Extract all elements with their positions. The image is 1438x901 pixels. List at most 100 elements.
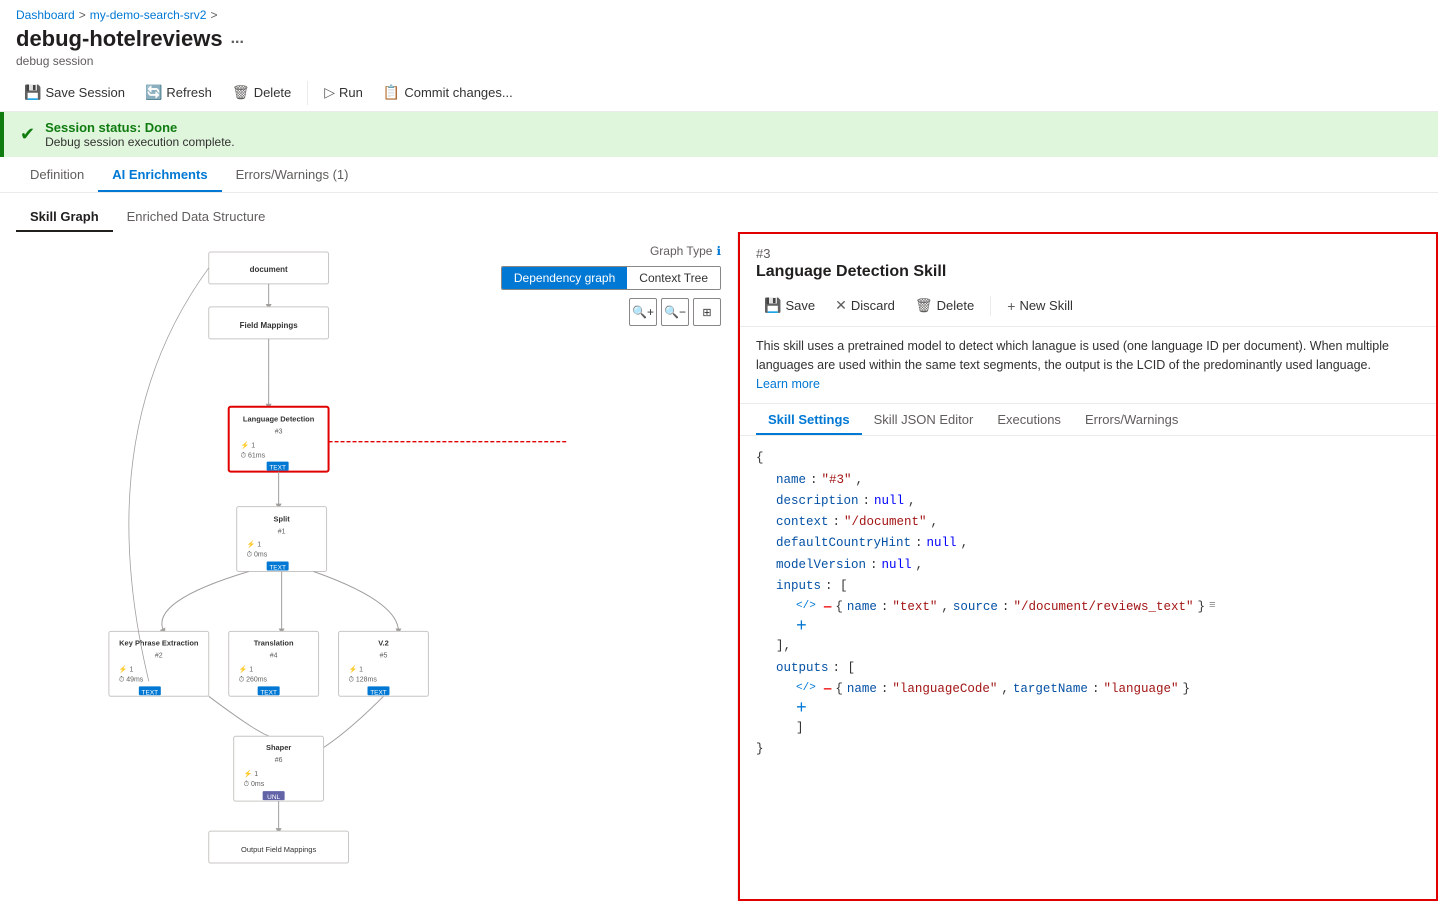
svg-text:⚡ 1: ⚡ 1 — [247, 540, 262, 549]
detail-toolbar: 💾 Save ✕ Discard 🗑 Delete + New Skill — [740, 293, 1436, 327]
detail-title: Language Detection Skill — [756, 263, 1420, 281]
svg-text:⏱ 0ms: ⏱ 0ms — [244, 780, 265, 788]
svg-text:⏱ 49ms: ⏱ 49ms — [119, 675, 144, 683]
learn-more-link[interactable]: Learn more — [756, 377, 820, 391]
svg-text:Output Field Mappings: Output Field Mappings — [241, 845, 316, 854]
dependency-graph-button[interactable]: Dependency graph — [502, 267, 627, 289]
svg-text:⏱ 0ms: ⏱ 0ms — [247, 551, 268, 559]
tab-definition[interactable]: Definition — [16, 157, 98, 192]
svg-text:⚡ 1: ⚡ 1 — [241, 441, 256, 450]
svg-text:TEXT: TEXT — [370, 689, 387, 696]
toolbar: 💾 Save Session 🔄 Refresh 🗑 Delete ▷ Run … — [0, 74, 1438, 112]
graph-type-label: Graph Type ℹ — [650, 244, 721, 258]
run-button[interactable]: ▷ Run — [316, 80, 371, 105]
tab-ai-enrichments[interactable]: AI Enrichments — [98, 157, 221, 192]
svg-text:TEXT: TEXT — [269, 564, 286, 571]
breadcrumb-sep1: > — [79, 8, 86, 22]
svg-text:Key Phrase Extraction: Key Phrase Extraction — [119, 638, 199, 647]
svg-text:document: document — [250, 265, 288, 274]
detail-description: This skill uses a pretrained model to de… — [740, 327, 1436, 404]
svg-text:UNL: UNL — [267, 794, 280, 801]
svg-text:TEXT: TEXT — [260, 689, 277, 696]
detail-tab-skill-settings[interactable]: Skill Settings — [756, 404, 862, 435]
svg-text:⏱ 128ms: ⏱ 128ms — [349, 675, 378, 683]
tab-skill-graph[interactable]: Skill Graph — [16, 201, 113, 232]
tab-enriched-data[interactable]: Enriched Data Structure — [113, 201, 280, 232]
svg-text:⏱ 61ms: ⏱ 61ms — [241, 452, 266, 460]
svg-text:#5: #5 — [380, 652, 388, 659]
add-output-button[interactable]: + — [796, 700, 807, 718]
svg-text:TEXT: TEXT — [269, 465, 286, 472]
graph-area: Graph Type ℹ Dependency graph Context Tr… — [0, 232, 738, 901]
toolbar-divider — [307, 81, 308, 105]
detail-tabs: Skill Settings Skill JSON Editor Executi… — [740, 404, 1436, 436]
svg-text:⏱ 260ms: ⏱ 260ms — [239, 675, 268, 683]
save-icon: 💾 — [24, 84, 41, 101]
svg-text:⚡ 1: ⚡ 1 — [119, 664, 134, 673]
svg-text:Language Detection: Language Detection — [243, 415, 315, 424]
graph-controls: Graph Type ℹ Dependency graph Context Tr… — [501, 244, 721, 326]
context-tree-button[interactable]: Context Tree — [627, 267, 720, 289]
svg-text:#4: #4 — [270, 652, 278, 659]
graph-zoom-buttons: 🔍+ 🔍− ⊞ — [629, 298, 721, 326]
svg-text:TEXT: TEXT — [142, 689, 159, 696]
detail-number: #3 — [756, 246, 1420, 261]
graph-svg: document Field Mappings Language Detecti… — [0, 232, 737, 901]
check-icon: ✔ — [20, 124, 35, 145]
tab-errors-warnings[interactable]: Errors/Warnings (1) — [222, 157, 363, 192]
breadcrumb-dashboard[interactable]: Dashboard — [16, 8, 75, 22]
collapse-outputs-icon[interactable]: </> — [796, 679, 816, 698]
page-title: debug-hotelreviews — [16, 26, 223, 52]
primary-tabs: Definition AI Enrichments Errors/Warning… — [0, 157, 1438, 193]
refresh-button[interactable]: 🔄 Refresh — [137, 80, 220, 105]
graph-type-buttons: Dependency graph Context Tree — [501, 266, 721, 290]
session-subtitle: Debug session execution complete. — [45, 135, 234, 149]
json-editor: { name : "#3" , description : null , con… — [740, 436, 1436, 772]
detail-panel: #3 Language Detection Skill 💾 Save ✕ Dis… — [738, 232, 1438, 901]
detail-tab-executions[interactable]: Executions — [985, 404, 1073, 435]
svg-text:Split: Split — [274, 515, 291, 524]
svg-text:V.2: V.2 — [378, 638, 389, 647]
session-status: Session status: Done — [45, 120, 234, 135]
remove-output-icon[interactable]: — — [824, 679, 832, 700]
commit-button[interactable]: 📋 Commit changes... — [375, 80, 521, 105]
detail-discard-icon: ✕ — [835, 297, 847, 314]
remove-input-icon[interactable]: — — [824, 597, 832, 618]
list-icon[interactable]: ≡ — [1209, 597, 1216, 616]
detail-tab-json-editor[interactable]: Skill JSON Editor — [862, 404, 986, 435]
svg-text:#3: #3 — [275, 429, 283, 436]
delete-button[interactable]: 🗑 Delete — [224, 80, 299, 105]
detail-tab-errors-warnings[interactable]: Errors/Warnings — [1073, 404, 1190, 435]
secondary-tabs: Skill Graph Enriched Data Structure — [0, 193, 1438, 232]
breadcrumb-sep2: > — [210, 8, 217, 22]
svg-text:Field Mappings: Field Mappings — [240, 321, 299, 330]
detail-save-button[interactable]: 💾 Save — [756, 293, 823, 318]
breadcrumb: Dashboard > my-demo-search-srv2 > — [0, 0, 1438, 24]
collapse-inputs-icon[interactable]: </> — [796, 597, 816, 616]
zoom-in-button[interactable]: 🔍+ — [629, 298, 657, 326]
run-icon: ▷ — [324, 84, 335, 101]
zoom-out-button[interactable]: 🔍− — [661, 298, 689, 326]
detail-discard-button[interactable]: ✕ Discard — [827, 293, 903, 318]
detail-delete-button[interactable]: 🗑 Delete — [907, 293, 982, 318]
page-title-ellipsis[interactable]: ... — [231, 30, 244, 48]
svg-text:#2: #2 — [155, 652, 163, 659]
session-banner: ✔ Session status: Done Debug session exe… — [0, 112, 1438, 157]
detail-delete-icon: 🗑 — [915, 297, 933, 314]
new-skill-plus-icon: + — [1007, 298, 1015, 314]
delete-icon: 🗑 — [232, 84, 250, 101]
detail-header: #3 Language Detection Skill — [740, 234, 1436, 293]
fit-button[interactable]: ⊞ — [693, 298, 721, 326]
commit-icon: 📋 — [383, 84, 400, 101]
breadcrumb-server[interactable]: my-demo-search-srv2 — [90, 8, 207, 22]
svg-text:Shaper: Shaper — [266, 743, 291, 752]
refresh-icon: 🔄 — [145, 84, 162, 101]
svg-text:#1: #1 — [278, 529, 286, 536]
detail-new-skill-button[interactable]: + New Skill — [999, 294, 1081, 318]
detail-save-icon: 💾 — [764, 297, 781, 314]
detail-divider — [990, 296, 991, 316]
svg-text:#6: #6 — [275, 757, 283, 764]
save-session-button[interactable]: 💾 Save Session — [16, 80, 133, 105]
add-input-button[interactable]: + — [796, 618, 807, 636]
graph-type-info-icon[interactable]: ℹ — [716, 244, 721, 258]
